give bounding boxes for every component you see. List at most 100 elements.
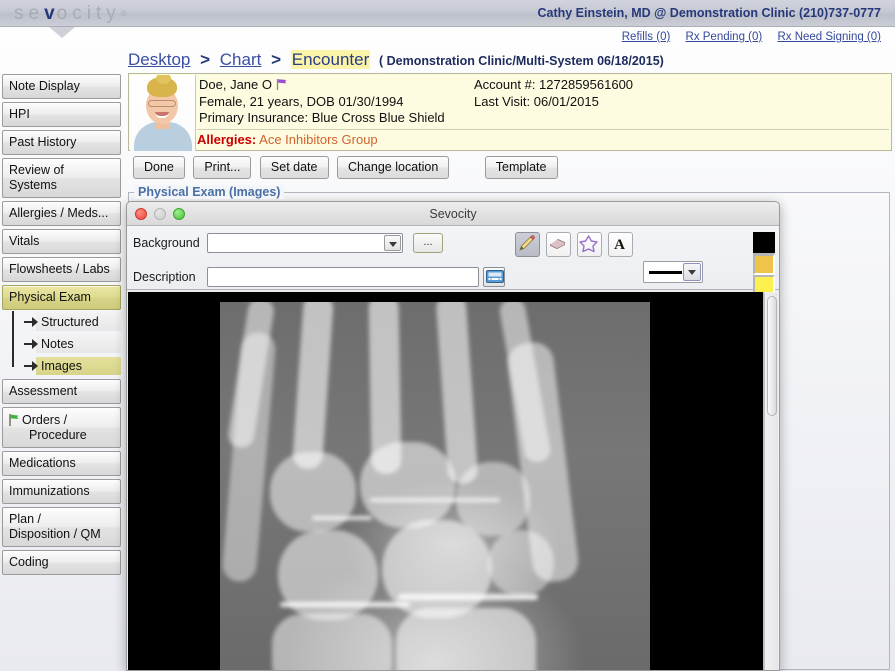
color-palette xyxy=(753,232,779,401)
brand-bar: sevocity® Cathy Einstein, MD @ Demonstra… xyxy=(0,0,895,27)
groupbox-title: Physical Exam (Images) xyxy=(134,185,285,199)
sidebar-item-allergies-meds[interactable]: Allergies / Meds... xyxy=(2,201,121,226)
sidebar-item-medications[interactable]: Medications xyxy=(2,451,121,476)
patient-last-visit: Last Visit: 06/01/2015 xyxy=(474,93,599,109)
shape-tool-icon[interactable] xyxy=(577,232,602,257)
image-canvas[interactable] xyxy=(128,292,765,670)
pencil-tool-icon[interactable] xyxy=(515,232,540,257)
sidebar-item-vitals[interactable]: Vitals xyxy=(2,229,121,254)
svg-text:A: A xyxy=(614,237,625,253)
set-date-button[interactable]: Set date xyxy=(259,156,329,179)
breadcrumb-sep-1: > xyxy=(200,50,211,69)
sidebar-item-coding[interactable]: Coding xyxy=(2,550,121,575)
tree-arrow-icon xyxy=(32,339,38,349)
sidebar-item-flowsheets-labs[interactable]: Flowsheets / Labs xyxy=(2,257,121,282)
sidebar-subitem-label: Notes xyxy=(41,337,74,351)
background-combo[interactable] xyxy=(207,233,403,253)
refills-link[interactable]: Refills (0) xyxy=(622,31,671,43)
patient-name: Doe, Jane O xyxy=(199,77,272,92)
encounter-action-toolbar: Done Print... Set date Change location T… xyxy=(133,156,562,179)
onscreen-keyboard-icon[interactable] xyxy=(483,267,505,287)
app-window: sevocity® Cathy Einstein, MD @ Demonstra… xyxy=(0,0,895,671)
line-width-swatch xyxy=(649,271,682,274)
eraser-tool-icon[interactable] xyxy=(546,232,571,257)
tree-arrow-icon xyxy=(32,361,38,371)
allergies-value[interactable]: Ace Inhibitors Group xyxy=(259,132,378,147)
breadcrumb-encounter[interactable]: Encounter xyxy=(290,50,371,69)
description-label: Description xyxy=(133,270,196,284)
avatar-glasses xyxy=(148,100,176,107)
sidebar-item-structured[interactable]: Structured xyxy=(24,313,121,331)
logo-text-left: se xyxy=(14,3,45,24)
dialog-titlebar[interactable]: Sevocity xyxy=(127,202,779,226)
sidebar-item-review-of-systems[interactable]: Review of Systems xyxy=(2,158,121,198)
dialog-toolbar: Background ... Description A xyxy=(127,226,779,401)
change-location-button[interactable]: Change location xyxy=(336,156,450,179)
sidebar-item-note-display[interactable]: Note Display xyxy=(2,74,121,99)
sidebar-item-plan-disposition-qm[interactable]: Plan / Disposition / QM xyxy=(2,507,121,547)
sevocity-logo: sevocity® xyxy=(14,1,127,26)
sidebar-item-images[interactable]: Images xyxy=(24,357,121,375)
description-input[interactable] xyxy=(207,267,479,287)
sidebar-item-label-line2: Disposition / QM xyxy=(9,527,101,541)
allergies-row: Allergies: Ace Inhibitors Group xyxy=(197,129,889,148)
green-flag-icon xyxy=(9,414,20,426)
sidebar-subgroup-physical-exam: Structured Notes Images xyxy=(2,311,123,375)
chevron-down-icon[interactable] xyxy=(683,263,701,281)
patient-demographics-row: Female, 21 years, DOB 01/30/1994 Last Vi… xyxy=(199,94,889,111)
breadcrumb-sep-2: > xyxy=(271,50,282,69)
breadcrumb-desktop[interactable]: Desktop xyxy=(128,50,190,69)
logo-notch-decoration xyxy=(49,27,75,38)
palette-row-1 xyxy=(753,232,779,379)
print-button[interactable]: Print... xyxy=(193,156,252,179)
doctor-clinic-line: Cathy Einstein, MD @ Demonstration Clini… xyxy=(537,6,881,20)
template-button[interactable]: Template xyxy=(484,156,558,179)
patient-insurance: Primary Insurance: Blue Cross Blue Shiel… xyxy=(199,110,445,125)
sidebar-subitem-label: Structured xyxy=(41,315,99,329)
sidebar-item-label-line1: Plan / xyxy=(9,512,41,526)
patient-info: Doe, Jane O Account #: 1272859561600 Fem… xyxy=(199,77,889,127)
xray-wrist-radiograph xyxy=(220,302,650,670)
sidebar-subitem-label: Images xyxy=(41,359,82,373)
patient-demographics: Female, 21 years, DOB 01/30/1994 xyxy=(199,93,404,109)
line-width-select[interactable] xyxy=(643,261,703,283)
breadcrumb-context: ( Demonstration Clinic/Multi-System 06/1… xyxy=(379,54,664,68)
breadcrumb-chart[interactable]: Chart xyxy=(220,50,262,69)
tree-arrow-icon xyxy=(32,317,38,327)
sidebar-item-label-line2: Procedure xyxy=(29,428,87,442)
sidebar-item-immunizations[interactable]: Immunizations xyxy=(2,479,121,504)
sidebar-item-past-history[interactable]: Past History xyxy=(2,130,121,155)
done-button[interactable]: Done xyxy=(133,156,185,179)
swatch-gold[interactable] xyxy=(753,254,775,275)
patient-banner: Doe, Jane O Account #: 1272859561600 Fem… xyxy=(128,73,892,151)
sidebar-item-notes[interactable]: Notes xyxy=(24,335,121,353)
scrollbar-thumb[interactable] xyxy=(767,296,777,416)
rx-pending-link[interactable]: Rx Pending (0) xyxy=(686,31,763,43)
chevron-down-icon[interactable] xyxy=(384,235,401,251)
sidebar-item-orders-procedure[interactable]: Orders / Procedure xyxy=(2,407,121,448)
text-tool-icon[interactable]: A xyxy=(608,232,633,257)
sidebar-tree-line xyxy=(12,311,14,367)
sidebar-item-hpi[interactable]: HPI xyxy=(2,102,121,127)
patient-insurance-row: Primary Insurance: Blue Cross Blue Shiel… xyxy=(199,110,889,127)
purple-flag-icon xyxy=(276,78,288,90)
palette-row-2 xyxy=(753,254,779,401)
rx-links-row: Refills (0) Rx Pending (0) Rx Need Signi… xyxy=(610,28,881,46)
canvas-vertical-scrollbar[interactable] xyxy=(764,293,778,670)
sidebar-item-label-line1: Orders / xyxy=(22,413,68,427)
dialog-title: Sevocity xyxy=(429,207,477,221)
patient-name-row: Doe, Jane O Account #: 1272859561600 xyxy=(199,77,889,94)
left-sidebar: Note Display HPI Past History Review of … xyxy=(2,74,123,578)
breadcrumb: Desktop > Chart > Encounter ( Demonstrat… xyxy=(128,49,664,71)
sidebar-item-assessment[interactable]: Assessment xyxy=(2,379,121,404)
allergies-label: Allergies: xyxy=(197,132,257,147)
patient-avatar xyxy=(130,75,196,151)
logo-tm: ® xyxy=(120,9,127,18)
logo-text-right: ocity xyxy=(56,3,121,24)
background-browse-button[interactable]: ... xyxy=(413,233,443,253)
patient-account: Account #: 1272859561600 xyxy=(474,77,634,92)
swatch-black[interactable] xyxy=(753,232,775,253)
sidebar-item-physical-exam[interactable]: Physical Exam xyxy=(2,285,121,310)
image-editor-dialog: Sevocity Background ... Description A xyxy=(126,201,780,671)
rx-need-signing-link[interactable]: Rx Need Signing (0) xyxy=(777,31,881,43)
